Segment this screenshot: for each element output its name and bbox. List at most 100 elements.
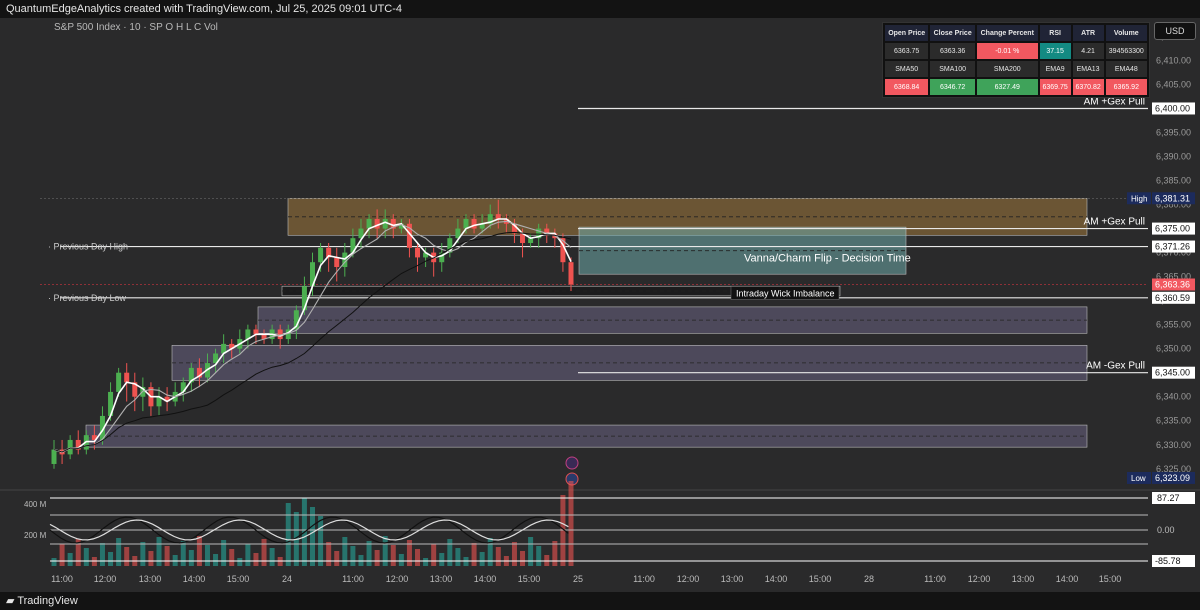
x-tick-label: 28	[864, 574, 874, 584]
candle-body	[124, 372, 130, 383]
volume-bar	[237, 558, 243, 566]
volume-bar	[310, 507, 315, 566]
x-tick-label: 14:00	[474, 574, 497, 584]
volume-bar	[568, 481, 574, 566]
price-label: 6,345.00	[1155, 368, 1190, 378]
stat-sma100: 6346.72	[930, 79, 975, 95]
volume-bar	[140, 542, 146, 566]
osc-label: 87.27	[1157, 493, 1180, 503]
annotation-label: AM +Gex Pull	[1084, 96, 1145, 107]
candle-body	[374, 218, 380, 229]
volume-bar	[99, 543, 105, 566]
y-tick-label: 6,395.00	[1156, 127, 1191, 137]
candle-body	[382, 218, 388, 229]
volume-bar	[390, 545, 396, 566]
volume-bar	[536, 546, 542, 566]
volume-bar	[285, 503, 291, 566]
stat-header: SMA100	[930, 61, 975, 77]
x-tick-label: 11:00	[51, 574, 73, 584]
x-tick-label: 15:00	[227, 574, 250, 584]
x-tick-label: 12:00	[968, 574, 991, 584]
volume-bar	[374, 550, 380, 566]
volume-bar	[350, 546, 356, 566]
volume-bar	[148, 551, 154, 566]
candle-body	[318, 247, 324, 263]
x-tick-label: 13:00	[1012, 574, 1035, 584]
symbol-name: S&P 500 Index · 10 · SP	[54, 22, 163, 33]
x-tick-label: 11:00	[633, 574, 655, 584]
stat-ema9: 6369.75	[1039, 79, 1071, 95]
x-tick-label: 14:00	[765, 574, 788, 584]
volume-bar	[269, 548, 275, 566]
currency-button[interactable]: USD	[1154, 22, 1196, 40]
x-tick-label: 15:00	[1099, 574, 1122, 584]
volume-bar	[124, 547, 130, 566]
legend-high-label: H	[175, 22, 184, 33]
stat-ema48: 6365.92	[1105, 79, 1147, 95]
volume-bar	[188, 550, 194, 566]
x-tick-label: 15:00	[518, 574, 541, 584]
annotation-label: · Previous Day High	[48, 242, 128, 252]
osc-label: -85.78	[1155, 556, 1181, 566]
price-label: 6,400.00	[1155, 103, 1190, 113]
volume-bar	[334, 551, 340, 566]
volume-bar	[229, 549, 235, 566]
stat-atr: 4.21	[1072, 43, 1104, 59]
stat-header: SMA50	[885, 61, 929, 77]
stat-header: Open Price	[885, 25, 929, 41]
volume-bar	[83, 548, 89, 566]
volume-bar	[51, 558, 57, 566]
volume-bar	[204, 545, 210, 566]
y-tick-label: 6,390.00	[1156, 152, 1191, 162]
x-tick-label: 14:00	[1056, 574, 1079, 584]
stat-ema13: 6370.82	[1072, 79, 1104, 95]
volume-bar	[511, 542, 517, 566]
x-tick-label: 13:00	[721, 574, 744, 584]
volume-bar	[156, 537, 162, 566]
x-tick-label: 11:00	[342, 574, 364, 584]
osc-label: 0.00	[1157, 525, 1175, 535]
annotation-label: · Previous Day Low	[48, 293, 127, 303]
stat-header: EMA48	[1105, 61, 1147, 77]
stat-change-percent: -0.01 %	[976, 43, 1038, 59]
volume-bar	[326, 542, 332, 566]
volume-bar	[116, 538, 122, 566]
candle-body	[51, 449, 57, 464]
price-label: 6,323.09	[1155, 473, 1190, 483]
y-tick-label: 6,330.00	[1156, 440, 1191, 450]
x-tick-label: 12:00	[677, 574, 700, 584]
candle-body	[67, 439, 73, 455]
stat-header: SMA200	[976, 61, 1038, 77]
candle-body	[415, 247, 421, 258]
stat-header: EMA9	[1039, 61, 1071, 77]
volume-bar	[398, 554, 404, 566]
y-tick-label: 6,340.00	[1156, 392, 1191, 402]
stat-header: ATR	[1072, 25, 1104, 41]
volume-bar	[180, 541, 186, 566]
stat-header: Volume	[1105, 25, 1147, 41]
chart-area[interactable]: 6,325.006,330.006,335.006,340.006,345.00…	[0, 18, 1200, 592]
annotation-label: AM -Gex Pull	[1086, 361, 1145, 372]
x-tick-label: 12:00	[386, 574, 409, 584]
stat-open-price: 6363.75	[885, 43, 929, 59]
attribution-text: QuantumEdgeAnalytics created with Tradin…	[6, 3, 403, 15]
legend-low-label: L	[185, 22, 192, 33]
legend-volume-label: Vol	[203, 22, 218, 33]
volume-tick-label: 400 M	[24, 500, 47, 509]
annotation-label: Intraday Wick Imbalance	[736, 288, 835, 298]
header-bar: QuantumEdgeAnalytics created with Tradin…	[0, 0, 1200, 18]
brand-label: TradingView	[17, 595, 78, 607]
x-tick-label: 13:00	[430, 574, 453, 584]
volume-bar	[253, 553, 259, 566]
annotation-label: Vanna/Charm Flip - Decision Time	[744, 252, 911, 264]
footer-bar: ▰ TradingView	[0, 592, 1200, 610]
price-chart[interactable]: 6,325.006,330.006,335.006,340.006,345.00…	[0, 18, 1200, 592]
volume-bar	[471, 543, 477, 566]
volume-bar	[495, 547, 501, 566]
stat-sma50: 6368.84	[885, 79, 929, 95]
price-tag-label: High	[1131, 194, 1147, 203]
y-tick-label: 6,355.00	[1156, 320, 1191, 330]
x-tick-label: 12:00	[94, 574, 117, 584]
x-tick-label: 13:00	[139, 574, 162, 584]
legend-open-label: O	[165, 22, 174, 33]
